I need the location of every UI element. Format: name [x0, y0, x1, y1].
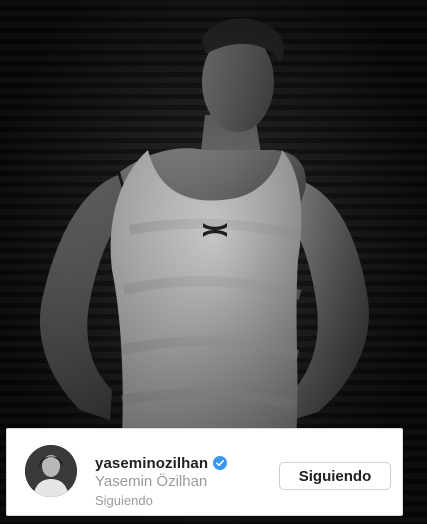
follow-status-text: Siguiendo: [95, 493, 153, 508]
username[interactable]: yaseminozilhan: [95, 455, 208, 472]
verified-badge-icon: [213, 456, 228, 470]
username-row: yaseminozilhan: [95, 453, 228, 473]
full-name: Yasemin Özilhan: [95, 473, 208, 490]
avatar-image: [25, 445, 77, 497]
avatar[interactable]: [25, 445, 77, 497]
profile-card: yaseminozilhan Yasemin Özilhan Siguiendo…: [6, 428, 403, 516]
following-button[interactable]: Siguiendo: [279, 462, 391, 490]
